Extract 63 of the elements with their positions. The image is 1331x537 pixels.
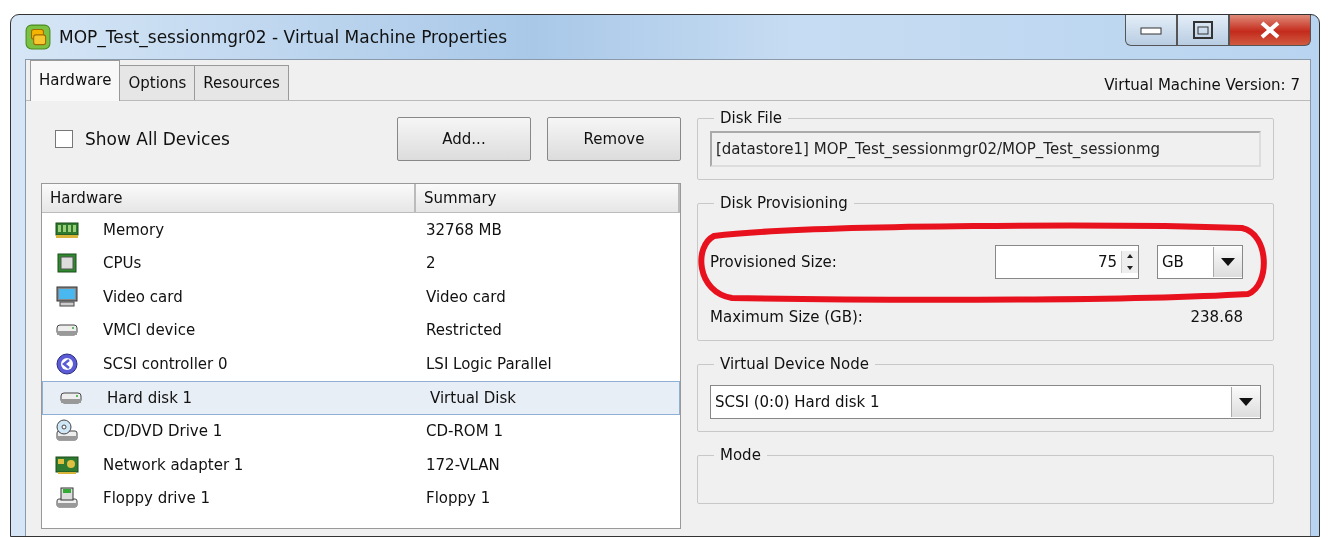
table-cell: CPUs	[103, 254, 142, 273]
table-row[interactable]: CD/DVD Drive 1 CD-ROM 1	[42, 414, 680, 448]
table-row[interactable]: SCSI controller 0 LSI Logic Parallel	[42, 347, 680, 381]
group-title: Virtual Device Node	[719, 355, 870, 373]
table-cell: CD-ROM 1	[426, 422, 503, 441]
field-label: Maximum Size (GB):	[710, 308, 863, 326]
tab[interactable]: Hardware	[30, 60, 121, 101]
table-cell: Floppy 1	[426, 489, 491, 508]
group-title: Mode	[719, 446, 762, 464]
table-row[interactable]: Video card Video card	[42, 280, 680, 314]
floppy-drive-icon	[55, 486, 79, 511]
version-label: Virtual Machine Version: 7	[1104, 76, 1300, 94]
maximize-icon	[1193, 21, 1213, 39]
maximize-button[interactable]	[1177, 15, 1229, 46]
table-row[interactable]: Hard disk 1 Virtual Disk	[42, 380, 680, 415]
minimize-icon	[1140, 25, 1162, 35]
table-cell: 2	[426, 254, 436, 273]
add-button[interactable]: Add...	[397, 117, 531, 161]
chip-icon	[55, 251, 79, 276]
table-cell: 32768 MB	[426, 220, 502, 239]
table-row[interactable]: Memory 32768 MB	[42, 213, 680, 247]
table-cell: Restricted	[426, 321, 502, 340]
table-cell: Network adapter 1	[103, 455, 244, 474]
minimize-button[interactable]	[1125, 15, 1177, 46]
close-button[interactable]	[1229, 15, 1311, 46]
column-header[interactable]: Hardware	[42, 184, 416, 212]
field-label: Provisioned Size:	[710, 253, 837, 271]
table-cell: Hard disk 1	[107, 388, 193, 407]
table-row[interactable]: VMCI device Restricted	[42, 313, 680, 347]
table-row[interactable]: Floppy drive 1 Floppy 1	[42, 481, 680, 515]
checkbox[interactable]	[55, 130, 73, 148]
table-cell: LSI Logic Parallel	[426, 354, 552, 373]
table-cell: VMCI device	[103, 321, 196, 340]
table-cell: Video card	[103, 287, 183, 306]
size-spinner[interactable]: 75	[995, 245, 1139, 279]
window-title: MOP_Test_sessionmgr02 - Virtual Machine Properties	[59, 27, 508, 47]
group-title: Disk File	[719, 109, 784, 127]
device-node-dropdown[interactable]: SCSI (0:0) Hard disk 1	[710, 385, 1261, 419]
tab[interactable]: Options	[119, 65, 196, 100]
unit-dropdown[interactable]: GB	[1157, 245, 1243, 279]
table-cell: Virtual Disk	[430, 388, 516, 407]
table-cell: SCSI controller 0	[103, 354, 228, 373]
table-cell: 172-VLAN	[426, 455, 500, 474]
cd-drive-icon	[55, 419, 79, 444]
table-cell: Memory	[103, 220, 164, 239]
close-icon	[1259, 21, 1281, 39]
dropdown-arrow-icon	[1221, 258, 1235, 266]
table-cell: CD/DVD Drive 1	[103, 422, 223, 441]
remove-button[interactable]: Remove	[547, 117, 681, 161]
checkbox-label[interactable]: Show All Devices	[85, 129, 230, 149]
group-title: Disk Provisioning	[719, 194, 849, 212]
field-value: 238.68	[1190, 308, 1243, 326]
tab[interactable]: Resources	[194, 65, 289, 100]
monitor-icon	[55, 284, 79, 309]
table-row[interactable]: CPUs 2	[42, 246, 680, 280]
app-icon	[25, 24, 51, 50]
disk-file-field[interactable]: [datastore1] MOP_Test_sessionmgr02/MOP_Test_sessionmg	[710, 131, 1261, 167]
dropdown-arrow-icon	[1239, 398, 1253, 406]
column-header[interactable]: Summary	[416, 184, 680, 212]
table-cell: Video card	[426, 287, 506, 306]
table-row[interactable]: Network adapter 1 172-VLAN	[42, 448, 680, 482]
table-cell: Floppy drive 1	[103, 489, 210, 508]
scsi-controller-icon	[55, 351, 79, 376]
